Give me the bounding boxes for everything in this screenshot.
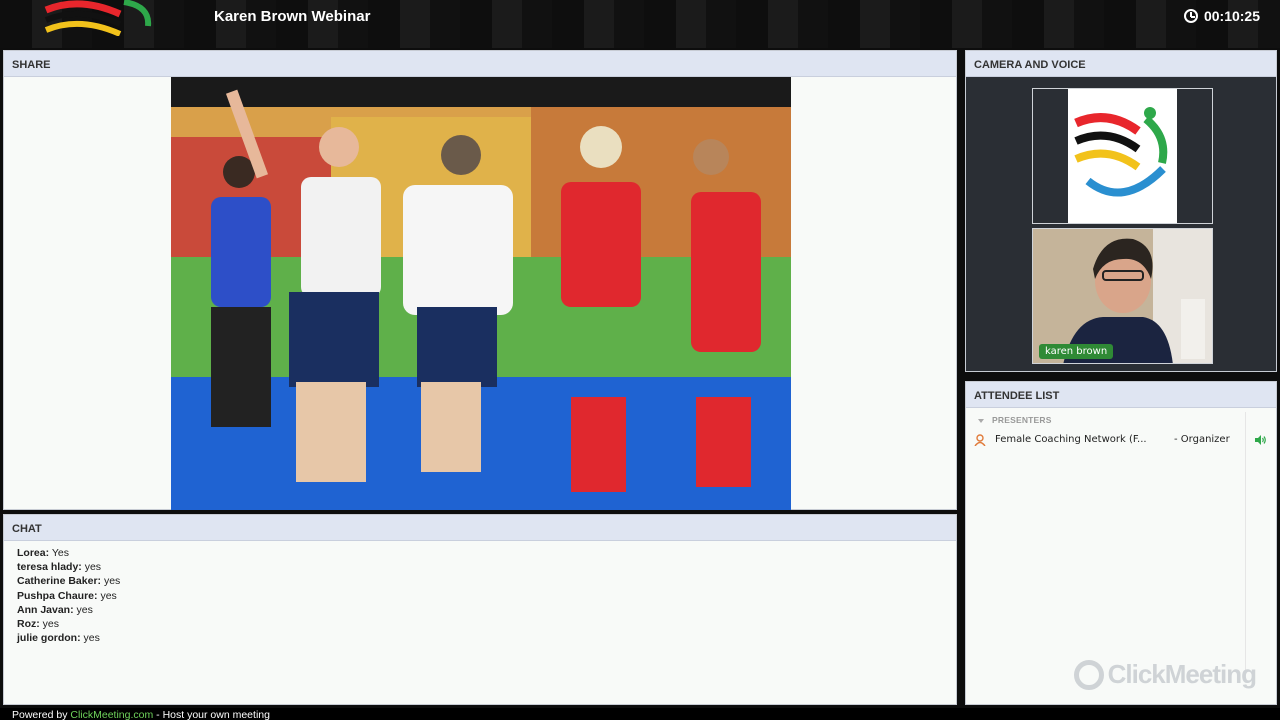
- attendee-role: - Organizer: [1174, 434, 1230, 445]
- chat-message: Lorea: Yes: [17, 546, 956, 560]
- presenter-name-tag: karen brown: [1039, 344, 1114, 359]
- person-icon: [974, 434, 986, 446]
- chat-text: yes: [42, 617, 60, 630]
- chat-text: yes: [103, 575, 121, 588]
- share-panel: SHARE: [3, 50, 957, 510]
- shared-photo: [171, 77, 791, 510]
- session-timer: 00:10:25: [1183, 8, 1260, 24]
- chat-sender: Lorea:: [17, 547, 50, 559]
- speaker-icon[interactable]: [1254, 434, 1266, 446]
- chat-text: yes: [76, 603, 93, 616]
- chat-sender: julie gordon:: [17, 632, 81, 645]
- footer-prefix: Powered by: [12, 709, 68, 720]
- clock-icon: [1183, 9, 1198, 23]
- clickmeeting-watermark: ClickMeeting: [1073, 659, 1257, 690]
- chat-sender: Roz:: [17, 617, 40, 630]
- chat-message: julie gordon: yes: [17, 631, 956, 645]
- collapse-triangle-icon[interactable]: [978, 418, 984, 423]
- clickmeeting-logo-icon: [1073, 659, 1104, 690]
- presenter-video[interactable]: karen brown: [1032, 228, 1213, 364]
- footer-link[interactable]: ClickMeeting.com: [70, 709, 153, 720]
- chat-text: Yes: [51, 547, 69, 559]
- chat-panel: CHAT Lorea: Yes teresa hlady: yes Cather…: [3, 514, 957, 705]
- chat-message: Ann Javan: yes: [17, 603, 956, 617]
- organization-logo: [1074, 107, 1168, 197]
- share-header: SHARE: [4, 51, 956, 77]
- top-bar: Karen Brown Webinar 00:10:25: [0, 0, 1280, 48]
- attendee-name: Female Coaching Network (F...: [995, 434, 1147, 445]
- logo-feed-image: [1068, 89, 1177, 223]
- chat-sender: Catherine Baker:: [17, 575, 102, 588]
- chat-message: Catherine Baker: yes: [17, 574, 956, 588]
- chat-message: Pushpa Chaure: yes: [17, 589, 956, 603]
- camera-header: CAMERA AND VOICE: [966, 51, 1276, 77]
- timer-value: 00:10:25: [1203, 8, 1260, 24]
- attendee-scrollbar[interactable]: [1245, 412, 1246, 672]
- logo-feed: [1032, 88, 1213, 224]
- webinar-title: Karen Brown Webinar: [214, 8, 371, 25]
- footer: Powered by ClickMeeting.com - Host your …: [0, 708, 1280, 720]
- shared-photo-image: [171, 77, 791, 510]
- chat-sender: Pushpa Chaure:: [17, 589, 98, 602]
- chat-text: yes: [83, 632, 100, 645]
- chat-message: Roz: yes: [17, 617, 956, 631]
- attendee-panel: ATTENDEE LIST PRESENTERS Female Coaching…: [965, 381, 1277, 705]
- presenters-group[interactable]: PRESENTERS: [966, 408, 1276, 425]
- watermark-text: ClickMeeting: [1107, 659, 1257, 689]
- attendee-header: ATTENDEE LIST: [966, 382, 1276, 408]
- footer-suffix: - Host your own meeting: [153, 709, 270, 720]
- presenters-group-label: PRESENTERS: [992, 415, 1052, 425]
- chat-text: yes: [84, 561, 102, 574]
- camera-panel: CAMERA AND VOICE karen brown: [965, 50, 1277, 372]
- attendee-row[interactable]: Female Coaching Network (F... - Organize…: [966, 432, 1276, 448]
- chat-sender: Ann Javan:: [17, 603, 74, 616]
- chat-text: yes: [100, 589, 117, 602]
- chat-sender: teresa hlady:: [17, 561, 82, 574]
- chat-message: teresa hlady: yes: [17, 560, 956, 574]
- chat-header: CHAT: [4, 515, 956, 541]
- brand-logo: [44, 0, 152, 36]
- chat-message-list: Lorea: Yes teresa hlady: yes Catherine B…: [4, 541, 956, 645]
